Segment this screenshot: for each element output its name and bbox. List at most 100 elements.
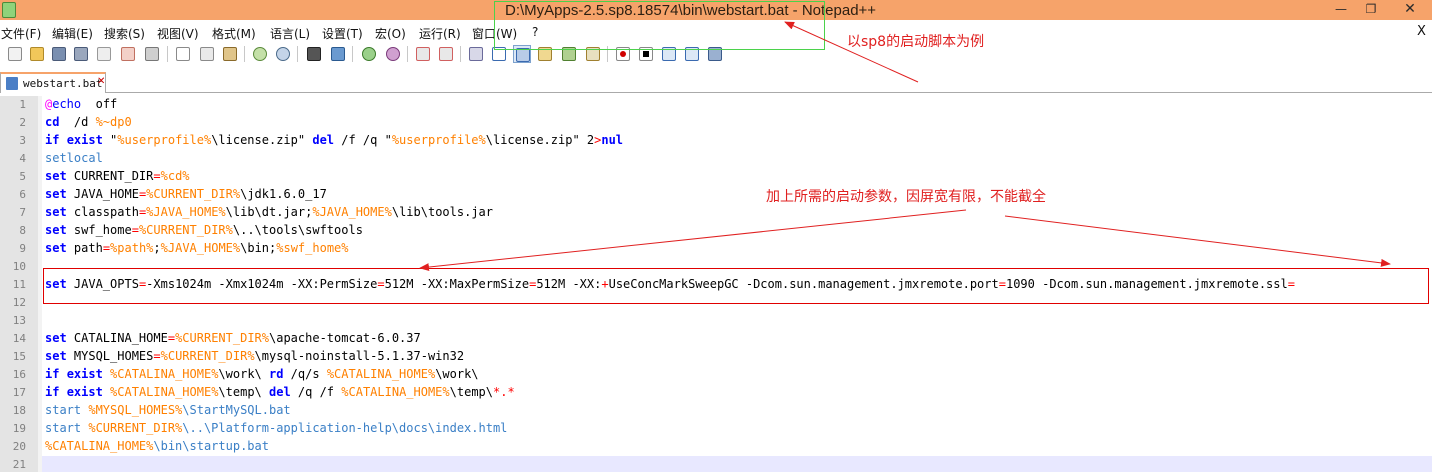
code-line[interactable]: 16 if exist %CATALINA_HOME%\work\ rd /q/s… <box>0 366 1432 384</box>
code-token: \license.zip" 2 <box>485 133 595 147</box>
menu-search[interactable]: 搜索(S) <box>104 25 145 42</box>
notepad-app-icon[interactable] <box>2 2 16 18</box>
title-bar: D:\MyApps-2.5.sp8.18574\bin\webstart.bat… <box>0 0 1432 20</box>
code-line[interactable]: 15 set MYSQL_HOMES=%CURRENT_DIR%\mysql-no… <box>0 348 1432 366</box>
close-icon[interactable]: ✕ <box>1390 1 1430 19</box>
save-icon[interactable] <box>50 45 68 63</box>
code-line[interactable]: 1 @echo off <box>0 96 1432 114</box>
menu-language[interactable]: 语言(L) <box>270 25 310 42</box>
code-line[interactable]: 12 <box>0 294 1432 312</box>
code-line[interactable]: 9 set path=%path%;%JAVA_HOME%\bin;%swf_ho… <box>0 240 1432 258</box>
code-text: if exist "%userprofile%\license.zip" del… <box>45 133 623 147</box>
replace-icon[interactable] <box>329 45 347 63</box>
code-token: = <box>153 169 161 183</box>
code-token: %JAVA_HOME% <box>312 205 392 219</box>
code-token: = <box>998 277 1006 291</box>
save-macro-icon[interactable] <box>706 45 724 63</box>
new-file-icon[interactable] <box>6 45 24 63</box>
doc-map-icon[interactable] <box>560 45 578 63</box>
sync-horizontal-icon[interactable] <box>437 45 455 63</box>
code-token: exist <box>66 133 103 147</box>
annotation-startup-params: 加上所需的启动参数，因屏宽有限，不能截全 <box>766 189 1046 205</box>
code-line[interactable]: 3 if exist "%userprofile%\license.zip" de… <box>0 132 1432 150</box>
code-token: setlocal <box>45 151 103 165</box>
indent-guide-icon[interactable] <box>513 45 531 63</box>
menu-settings[interactable]: 设置(T) <box>322 25 363 42</box>
code-line[interactable]: 13 <box>0 312 1432 330</box>
menu-macro[interactable]: 宏(O) <box>375 25 406 42</box>
code-token: CATALINA_HOME <box>66 331 168 345</box>
play-macro-icon[interactable] <box>660 45 678 63</box>
code-text: start %CURRENT_DIR%\..\Platform-applicat… <box>45 421 507 435</box>
undo-icon[interactable] <box>251 45 269 63</box>
stop-macro-icon[interactable] <box>637 45 655 63</box>
line-number: 12 <box>12 296 26 309</box>
code-line[interactable]: 14 set CATALINA_HOME=%CURRENT_DIR%\apache… <box>0 330 1432 348</box>
code-line[interactable]: 7 set classpath=%JAVA_HOME%\lib\dt.jar;%J… <box>0 204 1432 222</box>
code-line[interactable]: 11 set JAVA_OPTS=-Xms1024m -Xmx1024m -XX:… <box>0 276 1432 294</box>
line-number: 3 <box>19 134 26 147</box>
code-token: set <box>45 349 67 363</box>
code-token: \temp\ <box>218 385 269 399</box>
code-line[interactable]: 17 if exist %CATALINA_HOME%\temp\ del /q … <box>0 384 1432 402</box>
menu-edit[interactable]: 编辑(E) <box>52 25 93 42</box>
zoom-in-icon[interactable] <box>360 45 378 63</box>
run-macro-multiple-icon[interactable] <box>683 45 701 63</box>
code-token: %CURRENT_DIR% <box>88 421 183 435</box>
find-icon[interactable] <box>305 45 323 63</box>
code-token: %userprofile% <box>391 133 486 147</box>
code-token: *.* <box>493 385 515 399</box>
code-token: cd <box>45 115 60 129</box>
menu-file[interactable]: 文件(F) <box>1 25 41 42</box>
cut-icon[interactable] <box>174 45 192 63</box>
close-document-button[interactable]: X <box>1417 24 1426 39</box>
code-line[interactable]: 8 set swf_home=%CURRENT_DIR%\..\tools\swf… <box>0 222 1432 240</box>
menu-run[interactable]: 运行(R) <box>419 25 461 42</box>
code-line[interactable]: 10 <box>0 258 1432 276</box>
record-macro-icon[interactable] <box>614 45 632 63</box>
code-line[interactable]: 21 <box>0 456 1432 472</box>
close-file-icon[interactable] <box>95 45 113 63</box>
menu-view[interactable]: 视图(V) <box>157 25 199 42</box>
redo-icon[interactable] <box>274 45 292 63</box>
copy-icon[interactable] <box>198 45 216 63</box>
tab-close-icon[interactable]: ✕ <box>97 76 105 87</box>
save-all-icon[interactable] <box>72 45 90 63</box>
show-all-chars-icon[interactable] <box>490 45 508 63</box>
line-number: 8 <box>19 224 26 237</box>
word-wrap-icon[interactable] <box>467 45 485 63</box>
code-token: %JAVA_HOME% <box>146 205 226 219</box>
menu-window[interactable]: 窗口(W) <box>472 25 517 42</box>
code-token: \apache-tomcat-6.0.37 <box>269 331 421 345</box>
code-line[interactable]: 20 %CATALINA_HOME%\bin\startup.bat <box>0 438 1432 456</box>
code-line[interactable]: 2 cd /d %~dp0 <box>0 114 1432 132</box>
menu-help[interactable]: ? <box>532 25 538 39</box>
close-all-icon[interactable] <box>119 45 137 63</box>
code-line[interactable]: 4 setlocal <box>0 150 1432 168</box>
code-token: set <box>45 187 67 201</box>
folder-workspace-icon[interactable] <box>536 45 554 63</box>
code-token: \bin; <box>240 241 277 255</box>
restore-icon[interactable]: ❐ <box>1356 1 1386 19</box>
tab-webstart-bat[interactable]: webstart.bat ✕ <box>0 72 106 93</box>
code-token: if <box>45 367 60 381</box>
sync-vertical-icon[interactable] <box>414 45 432 63</box>
zoom-out-icon[interactable] <box>384 45 402 63</box>
minimize-icon[interactable]: — <box>1326 1 1356 19</box>
open-file-icon[interactable] <box>28 45 46 63</box>
code-line[interactable]: 6 set JAVA_HOME=%CURRENT_DIR%\jdk1.6.0_17 <box>0 186 1432 204</box>
code-editor[interactable]: 1 @echo off 2 cd /d %~dp0 3 if exist "%userpr… <box>0 96 1432 472</box>
line-number: 15 <box>12 350 26 363</box>
code-token: if <box>45 133 60 147</box>
menu-format[interactable]: 格式(M) <box>212 25 256 42</box>
code-token: del <box>269 385 291 399</box>
code-text: set classpath=%JAVA_HOME%\lib\dt.jar;%JA… <box>45 205 493 219</box>
code-line[interactable]: 19 start %CURRENT_DIR%\..\Platform-applic… <box>0 420 1432 438</box>
code-line[interactable]: 5 set CURRENT_DIR=%cd% <box>0 168 1432 186</box>
line-number: 14 <box>12 332 26 345</box>
code-token: = <box>1287 277 1295 291</box>
print-icon[interactable] <box>143 45 161 63</box>
function-list-icon[interactable] <box>584 45 602 63</box>
code-line[interactable]: 18 start %MYSQL_HOMES%\StartMySQL.bat <box>0 402 1432 420</box>
paste-icon[interactable] <box>221 45 239 63</box>
